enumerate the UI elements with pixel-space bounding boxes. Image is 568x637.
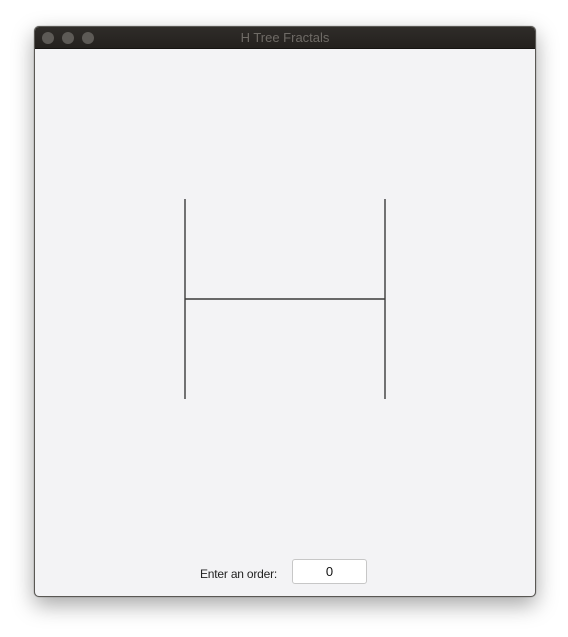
title-bar[interactable]: H Tree Fractals: [35, 27, 535, 49]
order-controls: Enter an order:: [35, 559, 535, 587]
order-input[interactable]: [292, 559, 367, 584]
window-title: H Tree Fractals: [240, 30, 330, 45]
h-tree-canvas: [35, 49, 535, 549]
order-label: Enter an order:: [200, 567, 278, 581]
app-window: H Tree Fractals Enter an order:: [34, 26, 536, 597]
h-tree-drawing: [184, 199, 386, 399]
